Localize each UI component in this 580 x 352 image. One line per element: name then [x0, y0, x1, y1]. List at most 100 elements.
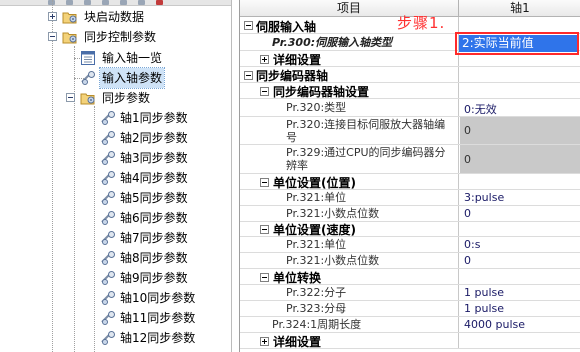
- tree-connector: [94, 106, 95, 352]
- collapse-icon[interactable]: [66, 93, 75, 102]
- toolbar-button[interactable]: [156, 0, 163, 5]
- grid-category-unit-settings-speed[interactable]: 单位设置(速度): [240, 222, 580, 237]
- property-value: 0:无效: [464, 103, 497, 116]
- tree-item-sync-params[interactable]: 同步参数: [64, 88, 152, 108]
- grid-row-pr320-type[interactable]: Pr.320:类型 0:无效: [240, 99, 580, 117]
- tree-item-axis9-sync-params[interactable]: 轴9同步参数: [98, 268, 190, 288]
- gear-params-icon: [101, 131, 115, 145]
- grid-category-unit-conversion[interactable]: 单位转换: [240, 269, 580, 285]
- grid-row-pr321-unit-speed[interactable]: Pr.321:单位 0:s: [240, 237, 580, 253]
- tree-item-axis3-sync-params[interactable]: 轴3同步参数: [98, 148, 190, 168]
- grid-category-sync-encoder-axis-settings[interactable]: 同步编码器轴设置: [240, 83, 580, 99]
- grid-category-detail-settings-2[interactable]: 详细设置: [240, 333, 580, 349]
- grid-row-pr323-denominator[interactable]: Pr.323:分母 1 pulse: [240, 301, 580, 317]
- tree-item-sync-control-params[interactable]: 同步控制参数: [46, 27, 158, 47]
- property-value: 4000 pulse: [464, 318, 525, 331]
- toolbar-button[interactable]: [102, 0, 109, 5]
- collapse-icon[interactable]: [260, 225, 269, 234]
- tree-item-axis1-sync-params[interactable]: 轴1同步参数: [98, 108, 190, 128]
- tree-item-axis4-sync-params[interactable]: 轴4同步参数: [98, 168, 190, 188]
- grid-category-unit-settings-position[interactable]: 单位设置(位置): [240, 174, 580, 190]
- collapse-icon[interactable]: [48, 32, 57, 41]
- grid-row-pr324-cycle-length[interactable]: Pr.324:1周期长度 4000 pulse: [240, 317, 580, 333]
- tree-item-label: 轴8同步参数: [120, 251, 188, 265]
- tree-item-axis5-sync-params[interactable]: 轴5同步参数: [98, 188, 190, 208]
- tree-item-label: 轴1同步参数: [120, 111, 188, 125]
- property-label: Pr.323:分母: [286, 302, 347, 315]
- grid-row-pr321-unit[interactable]: Pr.321:单位 3:pulse: [240, 190, 580, 206]
- category-label: 单位设置(速度): [273, 223, 356, 236]
- project-tree-panel: 块启动数据 同步控制参数 输入轴一览 输入轴参数 同步参数 轴1同步参数 轴2同…: [0, 0, 232, 352]
- collapse-icon[interactable]: [244, 21, 253, 30]
- tree-item-label: 块启动数据: [84, 10, 145, 24]
- tree-item-axis10-sync-params[interactable]: 轴10同步参数: [98, 288, 197, 308]
- collapse-icon[interactable]: [260, 178, 269, 187]
- tree-item-label: 输入轴一览: [102, 51, 163, 65]
- tree-item-label: 轴4同步参数: [120, 171, 188, 185]
- expand-icon[interactable]: [260, 55, 269, 64]
- grid-row-pr320-target-servo-amp-axis[interactable]: Pr.320:连接目标伺服放大器轴编号 0: [240, 117, 580, 145]
- category-label: 同步编码器轴: [256, 69, 329, 82]
- tree-item-axis6-sync-params[interactable]: 轴6同步参数: [98, 208, 190, 228]
- gear-params-icon: [101, 251, 115, 265]
- property-label: Pr.300:伺服输入轴类型: [272, 36, 393, 49]
- collapse-icon[interactable]: [244, 71, 253, 80]
- tree-item-label: 同步参数: [102, 91, 151, 105]
- gear-params-icon: [101, 171, 115, 185]
- property-label: Pr.321:小数点位数: [286, 207, 380, 220]
- property-label: Pr.321:单位: [286, 238, 347, 251]
- folder-gear-icon: [62, 12, 77, 24]
- folder-gear-icon: [62, 32, 77, 44]
- tree-item-label: 输入轴参数: [98, 67, 166, 89]
- property-value: 1 pulse: [464, 286, 505, 299]
- list-window-icon: [81, 51, 95, 65]
- property-value: 0: [464, 254, 471, 267]
- tree-item-input-axis-params[interactable]: 输入轴参数: [78, 67, 166, 89]
- tree-item-axis11-sync-params[interactable]: 轴11同步参数: [98, 308, 197, 328]
- property-value: 3:pulse: [464, 191, 505, 204]
- gear-params-icon: [101, 151, 115, 165]
- gear-params-icon: [101, 231, 115, 245]
- gear-params-icon: [101, 271, 115, 285]
- gear-params-icon: [81, 71, 95, 85]
- column-header-axis1[interactable]: 轴1: [459, 0, 580, 17]
- collapse-icon[interactable]: [260, 273, 269, 282]
- gear-params-icon: [101, 291, 115, 305]
- tree-item-axis2-sync-params[interactable]: 轴2同步参数: [98, 128, 190, 148]
- tree-item-label: 同步控制参数: [84, 30, 157, 44]
- tree-connector: [52, 0, 53, 352]
- property-label: Pr.320:连接目标伺服放大器轴编号: [286, 118, 446, 144]
- property-label: Pr.320:类型: [286, 101, 347, 114]
- grid-row-pr321-decimal-places[interactable]: Pr.321:小数点位数 0: [240, 206, 580, 222]
- folder-gear-icon: [80, 93, 95, 105]
- grid-row-pr321-decimal-places-speed[interactable]: Pr.321:小数点位数 0: [240, 253, 580, 269]
- tree-item-label: 轴3同步参数: [120, 151, 188, 165]
- annotation-step-label: 步骤1.: [397, 14, 446, 32]
- tree-item-label: 轴12同步参数: [120, 331, 196, 345]
- toolbar-button[interactable]: [66, 0, 73, 5]
- tree-item-axis12-sync-params[interactable]: 轴12同步参数: [98, 328, 197, 348]
- toolbar-button[interactable]: [138, 0, 145, 5]
- tree-item-block-start-data[interactable]: 块启动数据: [46, 7, 146, 27]
- property-label: Pr.321:小数点位数: [286, 254, 380, 267]
- tree-item-label: 轴6同步参数: [120, 211, 188, 225]
- grid-category-sync-encoder-axis[interactable]: 同步编码器轴: [240, 67, 580, 83]
- tree-item-input-axis-list[interactable]: 输入轴一览: [78, 48, 164, 68]
- tree-item-label: 轴11同步参数: [120, 311, 196, 325]
- toolbar-strip: [0, 0, 231, 6]
- gear-params-icon: [101, 111, 115, 125]
- property-value: 1 pulse: [464, 302, 505, 315]
- toolbar-button[interactable]: [84, 0, 91, 5]
- expand-icon[interactable]: [48, 12, 57, 21]
- gear-params-icon: [101, 331, 115, 345]
- expand-icon[interactable]: [260, 337, 269, 346]
- tree-item-axis8-sync-params[interactable]: 轴8同步参数: [98, 248, 190, 268]
- toolbar-button[interactable]: [120, 0, 127, 5]
- collapse-icon[interactable]: [260, 87, 269, 96]
- tree-item-axis7-sync-params[interactable]: 轴7同步参数: [98, 228, 190, 248]
- grid-row-pr322-numerator[interactable]: Pr.322:分子 1 pulse: [240, 285, 580, 301]
- property-label: Pr.324:1周期长度: [272, 318, 362, 331]
- gear-params-icon: [101, 311, 115, 325]
- grid-row-pr329-encoder-resolution[interactable]: Pr.329:通过CPU的同步编码器分辨率 0: [240, 145, 580, 174]
- tree-item-label: 轴7同步参数: [120, 231, 188, 245]
